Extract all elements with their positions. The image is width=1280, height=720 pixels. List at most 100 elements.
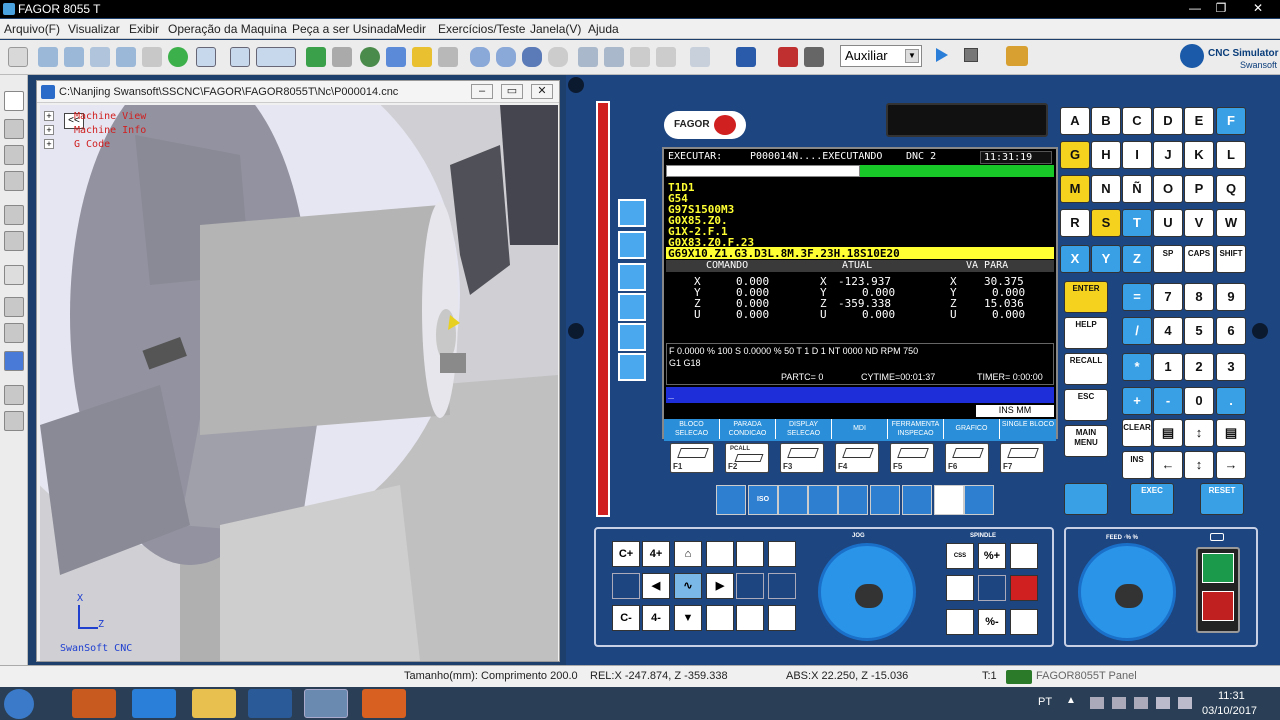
key-1[interactable]: 1 — [1153, 353, 1183, 381]
minimize-icon[interactable]: – — [471, 84, 493, 99]
gear-icon[interactable] — [438, 47, 458, 67]
jog-4-plus[interactable]: 4+ — [642, 541, 670, 567]
jog-key[interactable] — [612, 573, 640, 599]
f3-key[interactable]: F3 — [780, 443, 824, 473]
chuck-icon[interactable] — [4, 231, 24, 251]
left-key-2[interactable] — [618, 231, 646, 259]
cycle-stop-button[interactable] — [1202, 591, 1234, 621]
key-h[interactable]: H — [1091, 141, 1121, 169]
key-z[interactable]: Z — [1122, 245, 1152, 273]
special-key[interactable] — [716, 485, 746, 515]
special-key[interactable] — [778, 485, 808, 515]
pen-icon[interactable] — [736, 47, 756, 67]
softkey[interactable]: GRAFICO — [944, 419, 1000, 439]
key-caps[interactable]: CAPS — [1184, 245, 1214, 273]
measure-icon[interactable] — [386, 47, 406, 67]
volume-icon[interactable] — [1178, 697, 1192, 709]
view-side-icon[interactable] — [496, 47, 516, 67]
view-iso-icon[interactable] — [548, 47, 568, 67]
restore-icon[interactable]: ▭ — [501, 84, 523, 99]
machine-3d-view[interactable]: << + + + Machine View Machine Info G Cod… — [40, 105, 558, 661]
key-6[interactable]: 6 — [1216, 317, 1246, 345]
special-key[interactable] — [964, 485, 994, 515]
light-icon[interactable] — [656, 47, 676, 67]
jog-key[interactable] — [736, 573, 764, 599]
expand-icon[interactable]: + — [44, 111, 54, 121]
cursor-icon[interactable] — [690, 47, 710, 67]
jog-4-minus[interactable]: 4- — [642, 605, 670, 631]
arrow-right-icon[interactable]: → — [1216, 451, 1246, 479]
tool-icon[interactable] — [332, 47, 352, 67]
menu-item[interactable]: Exibir — [129, 22, 159, 36]
zoom-fit-icon[interactable] — [116, 47, 136, 67]
special-key[interactable] — [808, 485, 838, 515]
media-player-icon[interactable] — [72, 689, 116, 718]
key-g[interactable]: G — [1060, 141, 1090, 169]
exec-key[interactable]: EXEC — [1130, 483, 1174, 515]
tree-item-g-code[interactable]: G Code — [74, 139, 110, 150]
view-front-icon[interactable] — [470, 47, 490, 67]
folder-icon[interactable] — [192, 689, 236, 718]
jog-key[interactable] — [736, 541, 764, 567]
brush-icon[interactable] — [4, 171, 24, 191]
arrow-down-icon[interactable]: ▼ — [674, 605, 702, 631]
cycle-start-button[interactable] — [1202, 553, 1234, 583]
left-key-5[interactable] — [618, 323, 646, 351]
language-indicator[interactable]: PT — [1038, 696, 1052, 708]
rotate-icon[interactable] — [168, 47, 188, 67]
jog-key[interactable] — [768, 573, 796, 599]
esc-key[interactable]: ESC — [1064, 389, 1108, 421]
expand-icon[interactable]: + — [44, 125, 54, 135]
setup-icon[interactable] — [306, 47, 326, 67]
page-icon[interactable]: ▤ — [1216, 419, 1246, 447]
key-k[interactable]: K — [1184, 141, 1214, 169]
special-key[interactable] — [902, 485, 932, 515]
tray-icon[interactable] — [1134, 697, 1148, 709]
jog-key[interactable] — [768, 541, 796, 567]
fixture-icon[interactable] — [4, 205, 24, 225]
key-q[interactable]: Q — [1216, 175, 1246, 203]
key-o[interactable]: O — [1153, 175, 1183, 203]
ins-key[interactable]: INS — [1122, 451, 1152, 479]
door-icon[interactable] — [630, 47, 650, 67]
jog-knob[interactable] — [818, 543, 916, 641]
key-2[interactable]: 2 — [1184, 353, 1214, 381]
key-v[interactable]: V — [1184, 209, 1214, 237]
layer-icon[interactable] — [4, 385, 24, 405]
menu-item[interactable]: Ajuda — [588, 22, 619, 36]
key-f[interactable]: F — [1216, 107, 1246, 135]
key-u[interactable]: U — [1153, 209, 1183, 237]
rect-icon[interactable] — [4, 91, 24, 111]
key-r[interactable]: R — [1060, 209, 1090, 237]
left-key-6[interactable] — [618, 353, 646, 381]
workpiece-dropdown-icon[interactable] — [256, 47, 296, 67]
key-3[interactable]: 3 — [1216, 353, 1246, 381]
main-menu-key[interactable]: MAIN MENU — [1064, 425, 1108, 457]
key-s[interactable]: S — [1091, 209, 1121, 237]
rapid-icon[interactable]: ∿ — [674, 573, 702, 599]
key-i[interactable]: I — [1122, 141, 1152, 169]
spindle-plus-key[interactable]: %+ — [978, 543, 1006, 569]
cycle-key[interactable] — [1064, 483, 1108, 515]
screen-recorder-icon[interactable] — [362, 689, 406, 718]
browser-icon[interactable] — [132, 689, 176, 718]
softkey[interactable]: SINGLE BLOCO — [1000, 419, 1056, 439]
stop-icon[interactable] — [964, 48, 978, 62]
reset-key[interactable]: RESET — [1200, 483, 1244, 515]
home-icon[interactable]: ⌂ — [674, 541, 702, 567]
cut-icon[interactable] — [578, 47, 598, 67]
softkey[interactable]: PARADA CONDICAO — [720, 419, 776, 439]
spindle-ccw-key[interactable] — [1010, 609, 1038, 635]
f6-key[interactable]: F6 — [945, 443, 989, 473]
pencil-icon[interactable] — [4, 145, 24, 165]
menu-item[interactable]: Janela(V) — [530, 22, 581, 36]
key-c[interactable]: C — [1122, 107, 1152, 135]
tray-icon[interactable] — [1112, 697, 1126, 709]
menu-item[interactable]: Visualizar — [68, 22, 120, 36]
f2-key[interactable]: F2 PCALL — [725, 443, 769, 473]
key-j[interactable]: J — [1153, 141, 1183, 169]
edit-line[interactable]: _ — [666, 387, 1054, 403]
arrow-left-icon[interactable]: ◀ — [642, 573, 670, 599]
jog-key[interactable] — [768, 605, 796, 631]
pan-icon[interactable] — [142, 47, 162, 67]
